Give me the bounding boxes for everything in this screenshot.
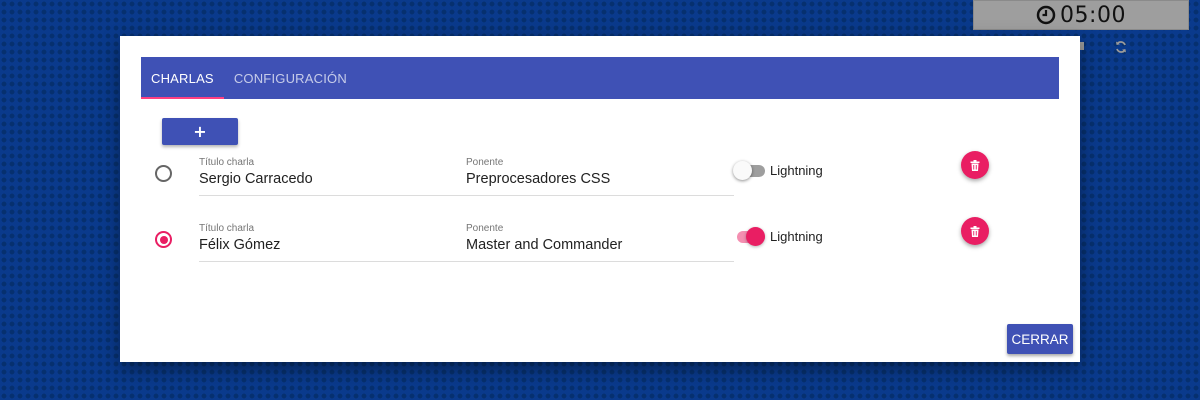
field-underline bbox=[199, 261, 467, 262]
field-label: Ponente bbox=[466, 223, 504, 234]
field-underline bbox=[466, 195, 734, 196]
talk-select-radio[interactable] bbox=[155, 165, 172, 182]
toggle-thumb bbox=[733, 161, 752, 180]
talks-dialog: CHARLAS CONFIGURACIÓN + Título charla Se… bbox=[120, 36, 1080, 362]
tab-charlas[interactable]: CHARLAS bbox=[141, 57, 224, 99]
field-value: Preprocesadores CSS bbox=[466, 171, 611, 187]
close-button[interactable]: CERRAR bbox=[1007, 324, 1073, 354]
field-value: Félix Gómez bbox=[199, 237, 281, 253]
tab-bar: CHARLAS CONFIGURACIÓN bbox=[141, 57, 1059, 99]
add-talk-button[interactable]: + bbox=[162, 118, 238, 145]
talk-speaker-field[interactable]: Ponente Master and Commander bbox=[466, 223, 734, 263]
lightning-toggle[interactable] bbox=[733, 161, 767, 181]
clock-icon bbox=[1036, 5, 1056, 25]
timer-text: 05:00 bbox=[1060, 2, 1126, 28]
field-underline bbox=[199, 195, 467, 196]
field-value: Sergio Carracedo bbox=[199, 171, 313, 187]
talk-row: Título charla Félix Gómez Ponente Master… bbox=[120, 217, 1080, 280]
toggle-thumb bbox=[746, 227, 765, 246]
trash-icon bbox=[970, 225, 980, 237]
lightning-toggle[interactable] bbox=[733, 227, 767, 247]
lightning-label: Lightning bbox=[770, 229, 823, 244]
lightning-label: Lightning bbox=[770, 163, 823, 178]
talk-row: Título charla Sergio Carracedo Ponente P… bbox=[120, 151, 1080, 214]
field-label: Título charla bbox=[199, 223, 255, 234]
timer-display: 05:00 bbox=[973, 0, 1189, 30]
talk-select-radio[interactable] bbox=[155, 231, 172, 248]
field-value: Master and Commander bbox=[466, 237, 623, 253]
field-label: Título charla bbox=[199, 157, 255, 168]
field-underline bbox=[466, 261, 734, 262]
refresh-icon[interactable] bbox=[1114, 40, 1128, 54]
trash-icon bbox=[970, 159, 980, 171]
talk-title-field[interactable]: Título charla Félix Gómez bbox=[199, 223, 467, 263]
field-label: Ponente bbox=[466, 157, 504, 168]
delete-talk-button[interactable] bbox=[961, 217, 989, 245]
delete-talk-button[interactable] bbox=[961, 151, 989, 179]
talk-title-field[interactable]: Título charla Sergio Carracedo bbox=[199, 157, 467, 197]
talk-speaker-field[interactable]: Ponente Preprocesadores CSS bbox=[466, 157, 734, 197]
tab-configuracion[interactable]: CONFIGURACIÓN bbox=[224, 57, 357, 99]
